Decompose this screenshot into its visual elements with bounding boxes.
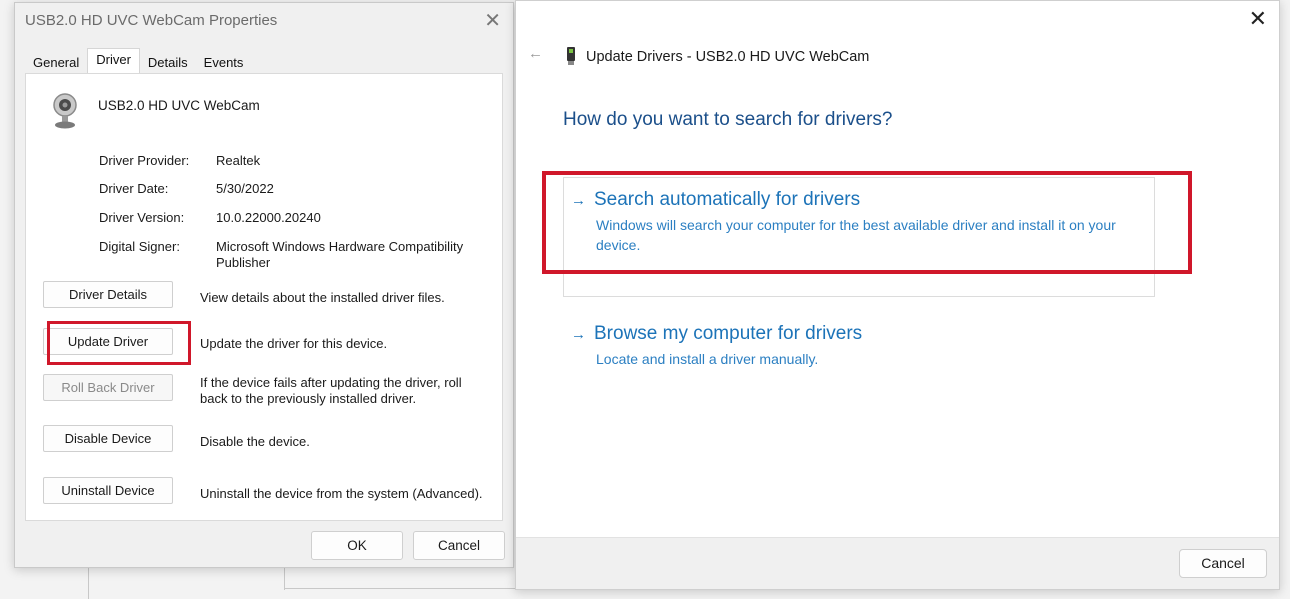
arrow-right-icon: → [571, 326, 586, 343]
tab-driver[interactable]: Driver [87, 48, 140, 73]
cancel-button[interactable]: Cancel [413, 531, 505, 560]
close-icon[interactable]: ✕ [484, 9, 501, 33]
driver-provider-value: Realtek [216, 153, 261, 168]
uninstall-device-button[interactable]: Uninstall Device [43, 477, 173, 504]
update-drivers-window: ✕ ← Update Drivers - USB2.0 HD UVC WebCa… [515, 0, 1280, 590]
update-driver-highlight [47, 321, 191, 365]
driver-version-value: 10.0.22000.20240 [216, 210, 321, 225]
roll-back-driver-description: If the device fails after updating the d… [200, 375, 462, 406]
driver-tab-panel: USB2.0 HD UVC WebCam Driver Provider: Re… [25, 73, 503, 521]
uninstall-device-description: Uninstall the device from the system (Ad… [200, 486, 483, 501]
cancel-button[interactable]: Cancel [1179, 549, 1267, 578]
device-name: USB2.0 HD UVC WebCam [98, 98, 260, 113]
driver-details-description: View details about the installed driver … [200, 290, 445, 305]
ok-button[interactable]: OK [311, 531, 403, 560]
window-title: Update Drivers - USB2.0 HD UVC WebCam [586, 49, 870, 65]
search-automatically-highlight [542, 171, 1192, 274]
back-arrow-icon[interactable]: ← [528, 45, 543, 62]
tab-bar: General Driver Details Events [25, 48, 252, 73]
webcam-icon [53, 93, 77, 129]
driver-provider-label: Driver Provider: [99, 153, 190, 168]
usb-device-icon [567, 47, 575, 65]
footer-bar: Cancel [516, 537, 1279, 589]
close-icon[interactable]: ✕ [1249, 5, 1267, 33]
page-heading: How do you want to search for drivers? [563, 109, 893, 130]
roll-back-driver-button[interactable]: Roll Back Driver [43, 374, 173, 401]
browse-computer-option[interactable]: → Browse my computer for drivers Locate a… [571, 323, 1156, 369]
driver-version-label: Driver Version: [99, 210, 185, 225]
driver-details-button[interactable]: Driver Details [43, 281, 173, 308]
option-description: Locate and install a driver manually. [596, 351, 819, 367]
digital-signer-label: Digital Signer: [99, 239, 180, 254]
driver-date-label: Driver Date: [99, 181, 169, 196]
dialog-title: USB2.0 HD UVC WebCam Properties [25, 12, 278, 29]
disable-device-description: Disable the device. [200, 434, 310, 449]
tab-events[interactable]: Events [196, 51, 252, 73]
digital-signer-value: Microsoft Windows Hardware Compatibility… [216, 239, 464, 270]
tab-general[interactable]: General [25, 51, 87, 73]
disable-device-button[interactable]: Disable Device [43, 425, 173, 452]
device-properties-dialog: USB2.0 HD UVC WebCam Properties ✕ Genera… [14, 2, 514, 568]
background-divider [284, 588, 524, 589]
option-title: Browse my computer for drivers [594, 323, 863, 344]
tab-details[interactable]: Details [140, 51, 196, 73]
driver-date-value: 5/30/2022 [216, 181, 274, 196]
update-driver-description: Update the driver for this device. [200, 336, 388, 351]
